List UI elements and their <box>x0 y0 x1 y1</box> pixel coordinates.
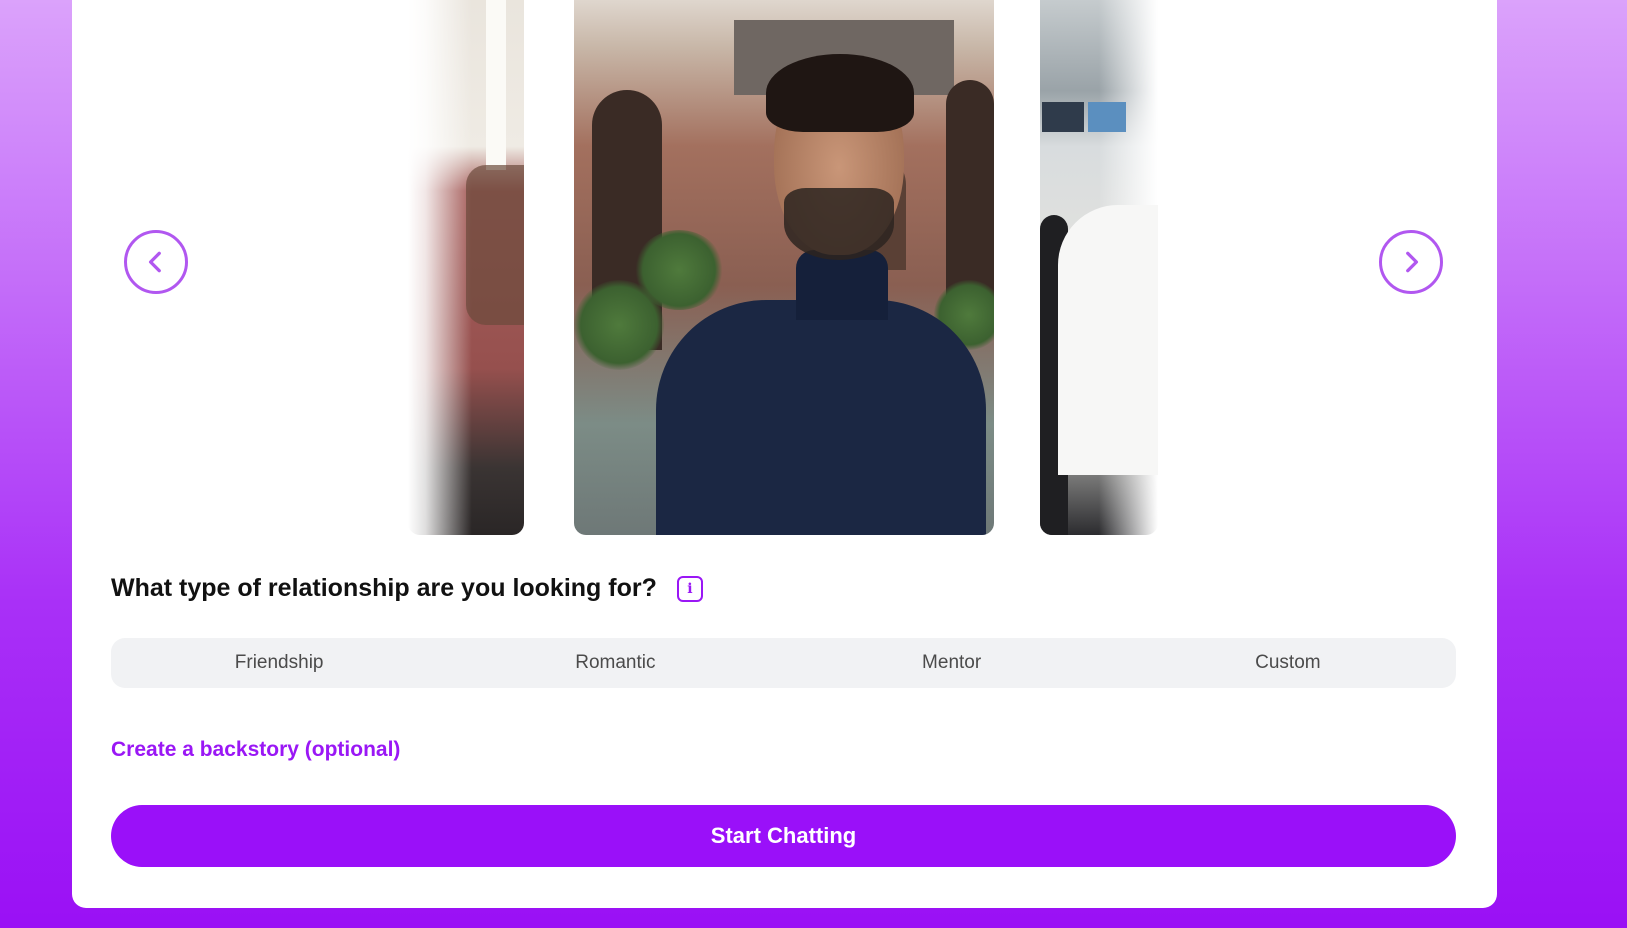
chevron-left-icon <box>148 251 161 273</box>
carousel-prev-button[interactable] <box>124 230 188 294</box>
relationship-option-custom[interactable]: Custom <box>1120 638 1456 688</box>
photo-detail <box>1088 102 1126 132</box>
character-card: What type of relationship are you lookin… <box>72 0 1497 908</box>
carousel-next-button[interactable] <box>1379 230 1443 294</box>
photo-detail <box>1058 205 1158 475</box>
photo-detail <box>796 250 888 320</box>
carousel-photo-previous[interactable] <box>408 0 524 535</box>
relationship-question-text: What type of relationship are you lookin… <box>111 574 657 602</box>
relationship-option-friendship[interactable]: Friendship <box>111 638 447 688</box>
photo-subject <box>656 54 986 535</box>
create-backstory-link[interactable]: Create a backstory (optional) <box>111 738 400 762</box>
photo-detail <box>656 300 986 535</box>
photo-detail <box>466 165 524 325</box>
chevron-right-icon <box>1406 251 1419 273</box>
info-icon[interactable]: i <box>676 575 703 602</box>
photo-detail <box>784 188 894 260</box>
relationship-option-mentor[interactable]: Mentor <box>784 638 1120 688</box>
photo-detail <box>766 54 914 132</box>
photo-detail <box>1042 102 1084 132</box>
photo-detail <box>486 0 506 170</box>
carousel-photo-next[interactable] <box>1040 0 1158 535</box>
relationship-option-romantic[interactable]: Romantic <box>447 638 783 688</box>
relationship-type-selector: Friendship Romantic Mentor Custom <box>111 638 1456 688</box>
start-chatting-button[interactable]: Start Chatting <box>111 805 1456 867</box>
relationship-question: What type of relationship are you lookin… <box>111 574 703 603</box>
carousel-photo-current[interactable] <box>574 0 994 535</box>
